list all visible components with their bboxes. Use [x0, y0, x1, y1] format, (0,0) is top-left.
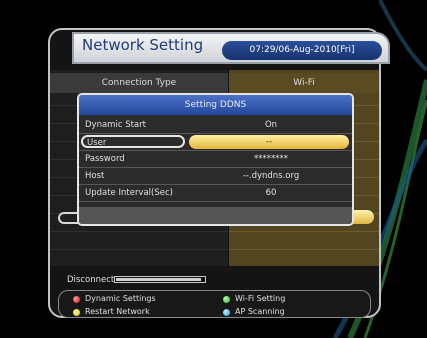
- dialog-row[interactable]: User --: [79, 134, 352, 151]
- ddns-dialog: Setting DDNS Dynamic Start On User -- Passwo…: [77, 93, 354, 226]
- legend-ap-scanning[interactable]: AP Scanning: [235, 307, 285, 316]
- row-label: Update Interval(Sec): [85, 188, 173, 198]
- datetime-display: 07:29/06-Aug-2010[Fri]: [222, 41, 382, 60]
- column-header-value: Wi-Fi: [229, 73, 379, 93]
- red-button-icon: [73, 296, 80, 303]
- row-value[interactable]: --: [189, 135, 349, 149]
- dialog-footer: [79, 207, 352, 224]
- legend-dynamic-settings[interactable]: Dynamic Settings: [85, 294, 156, 303]
- dialog-row[interactable]: Update Interval(Sec) 60: [79, 185, 352, 202]
- background-row-highlight: [352, 210, 374, 224]
- row-value[interactable]: ********: [191, 151, 351, 167]
- green-button-icon: [223, 296, 230, 303]
- row-value[interactable]: On: [191, 117, 351, 133]
- connection-progress-bar: [114, 276, 206, 283]
- row-label: User: [81, 135, 185, 148]
- row-label: Password: [85, 154, 125, 164]
- dialog-row[interactable]: Password ********: [79, 151, 352, 168]
- row-label: Host: [85, 171, 105, 181]
- blue-button-icon: [223, 309, 230, 316]
- legend-wifi-setting[interactable]: Wi-Fi Setting: [235, 294, 285, 303]
- legend-restart-network[interactable]: Restart Network: [85, 307, 150, 316]
- progress-fill: [116, 278, 201, 281]
- row-label: Dynamic Start: [85, 120, 146, 130]
- row-value[interactable]: 60: [191, 185, 351, 201]
- column-header-connection-type: Connection Type: [50, 73, 228, 93]
- connection-status-label: Disconnect: [67, 275, 115, 285]
- page-title: Network Setting: [82, 36, 204, 54]
- yellow-button-icon: [73, 309, 80, 316]
- dialog-title: Setting DDNS: [79, 95, 352, 115]
- dialog-row[interactable]: Dynamic Start On: [79, 117, 352, 134]
- row-value[interactable]: --.dyndns.org: [191, 168, 351, 184]
- dialog-row[interactable]: Host --.dyndns.org: [79, 168, 352, 185]
